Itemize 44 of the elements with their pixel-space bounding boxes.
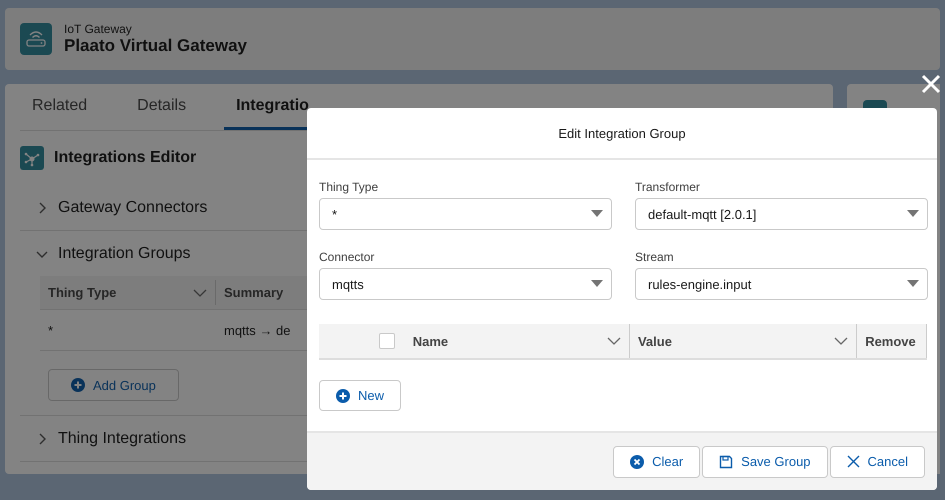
field-label: Transformer xyxy=(635,180,701,194)
editor-title: Integrations Editor xyxy=(54,149,196,167)
save-icon xyxy=(719,454,734,468)
select-field[interactable]: rules-engine.input xyxy=(635,268,928,300)
close-icon xyxy=(846,455,860,468)
chevron-down-icon[interactable] xyxy=(834,337,848,345)
record-title: Plaato Virtual Gateway xyxy=(64,36,247,56)
new-button[interactable]: New xyxy=(319,380,402,411)
clear-icon xyxy=(630,454,644,468)
field-label: Thing Type xyxy=(319,180,380,194)
close-icon[interactable] xyxy=(921,74,941,94)
dropdown-icon xyxy=(907,280,919,288)
object-type-label: IoT Gateway xyxy=(64,22,133,36)
chevron-down-icon[interactable] xyxy=(606,337,621,345)
select-field[interactable]: mqtts xyxy=(319,268,612,300)
cancel-button[interactable]: Cancel xyxy=(830,446,925,478)
checkbox[interactable] xyxy=(378,333,395,349)
dropdown-icon xyxy=(907,210,919,218)
select-field[interactable]: * xyxy=(319,198,612,230)
dropdown-icon xyxy=(591,210,603,218)
section-toggle[interactable]: Integration Groups xyxy=(20,231,191,276)
add-icon xyxy=(336,388,350,402)
network-icon xyxy=(20,146,44,170)
add-group-button[interactable]: Add Group xyxy=(48,369,179,401)
field-label: Connector xyxy=(319,250,376,264)
dropdown-icon xyxy=(591,280,603,288)
column-header[interactable]: Thing Type xyxy=(40,280,216,305)
section-toggle[interactable]: Gateway Connectors xyxy=(20,185,208,230)
table-cell-text: * xyxy=(47,322,54,338)
column-header[interactable]: Value xyxy=(630,324,858,358)
column-header[interactable]: Name xyxy=(408,324,630,358)
tab[interactable]: Related xyxy=(20,84,100,130)
add-icon xyxy=(71,378,85,392)
select-field[interactable]: default-mqtt [2.0.1] xyxy=(635,198,928,230)
router-icon xyxy=(20,23,52,55)
save-button[interactable]: Save Group xyxy=(702,446,828,478)
column-header[interactable]: Remove xyxy=(857,324,927,358)
tab[interactable]: Details xyxy=(125,84,198,130)
modal-title: Edit Integration Group xyxy=(307,108,937,160)
section-toggle[interactable]: Thing Integrations xyxy=(20,416,186,461)
field-label: Stream xyxy=(635,250,675,264)
chevron-down-icon[interactable] xyxy=(193,288,207,296)
table-cell-text: mqtts → de xyxy=(223,322,292,338)
clear-button[interactable]: Clear xyxy=(613,446,700,478)
